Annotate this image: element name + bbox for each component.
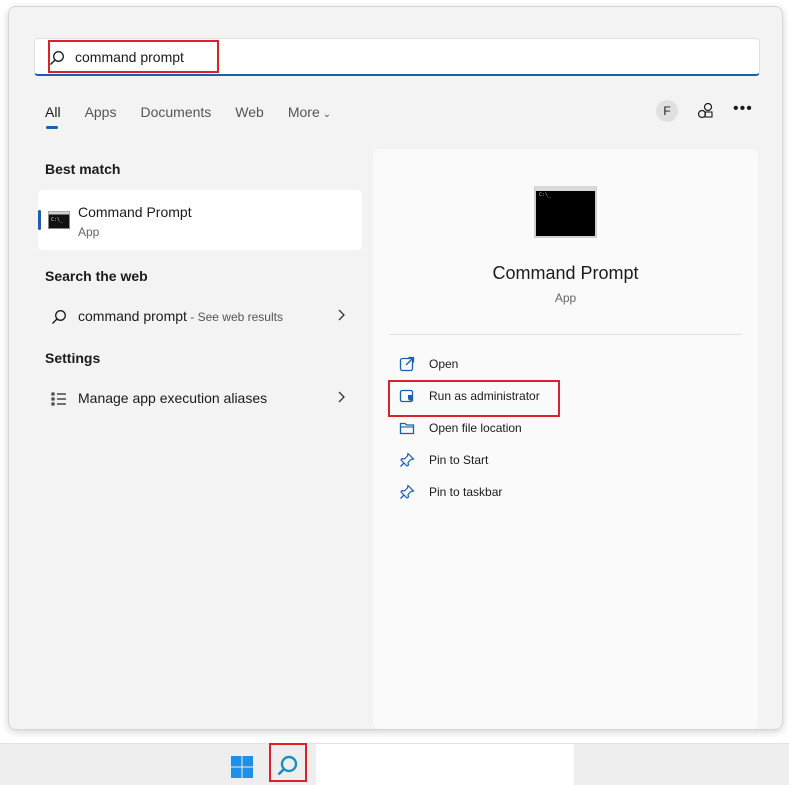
tab-all[interactable]: All — [45, 104, 61, 130]
web-suffix: - See web results — [186, 310, 283, 324]
taskbar-blank-area — [316, 744, 574, 785]
best-match-heading: Best match — [45, 161, 121, 177]
search-box[interactable]: command prompt — [34, 38, 760, 76]
folder-icon — [399, 422, 415, 435]
avatar[interactable]: F — [656, 100, 678, 122]
chevron-down-icon: ⌄ — [322, 109, 332, 120]
settings-item[interactable]: Manage app execution aliases — [38, 381, 362, 417]
more-options-button[interactable]: ••• — [733, 100, 753, 118]
action-run-as-administrator[interactable]: Run as administrator — [399, 386, 699, 410]
preview-subtitle: App — [554, 291, 577, 305]
feedback-icon[interactable] — [696, 102, 714, 120]
chevron-right-icon — [338, 391, 345, 403]
preview-pane: C:\_ Command Prompt App Open Run as admi… — [373, 149, 758, 729]
taskbar-search-icon[interactable] — [276, 754, 300, 778]
settings-item-label: Manage app execution aliases — [78, 390, 268, 406]
divider — [389, 334, 742, 335]
web-query: command prompt — [78, 308, 187, 324]
windows-start-icon[interactable] — [231, 756, 253, 778]
search-web-heading: Search the web — [45, 268, 148, 284]
search-icon — [52, 310, 66, 324]
search-flyout: command prompt All Apps Documents Web Mo… — [8, 6, 783, 730]
web-result-item[interactable]: command prompt - See web results — [38, 299, 362, 335]
command-prompt-icon: C:\_ — [48, 211, 70, 229]
tab-more[interactable]: More ⌄ — [288, 104, 331, 130]
settings-heading: Settings — [45, 350, 101, 366]
tab-apps[interactable]: Apps — [85, 104, 117, 130]
action-open-file-location[interactable]: Open file location — [399, 418, 699, 442]
shield-icon — [399, 389, 414, 403]
taskbar — [0, 743, 789, 785]
filter-tabs: All Apps Documents Web More ⌄ — [45, 104, 355, 134]
command-prompt-large-icon: C:\_ — [534, 186, 597, 238]
action-pin-to-start[interactable]: Pin to Start — [399, 450, 699, 474]
prompt-glyph: C:\_ — [539, 192, 552, 198]
list-icon — [51, 392, 66, 406]
pin-icon — [400, 452, 415, 467]
selection-indicator — [38, 210, 41, 230]
preview-title: Command Prompt — [492, 263, 639, 283]
action-open[interactable]: Open — [399, 354, 699, 378]
best-match-item[interactable]: C:\_ Command Prompt App — [38, 190, 362, 250]
search-icon — [50, 51, 64, 65]
pin-icon — [400, 484, 415, 499]
best-match-subtitle: App — [78, 225, 100, 239]
tab-web[interactable]: Web — [235, 104, 264, 130]
tab-documents[interactable]: Documents — [140, 104, 211, 130]
search-input[interactable]: command prompt — [75, 49, 184, 65]
action-pin-to-taskbar[interactable]: Pin to taskbar — [399, 482, 699, 506]
chevron-right-icon — [338, 309, 345, 321]
best-match-title: Command Prompt — [78, 204, 192, 220]
open-icon — [399, 356, 415, 372]
svg-text:C:\_: C:\_ — [51, 217, 64, 223]
